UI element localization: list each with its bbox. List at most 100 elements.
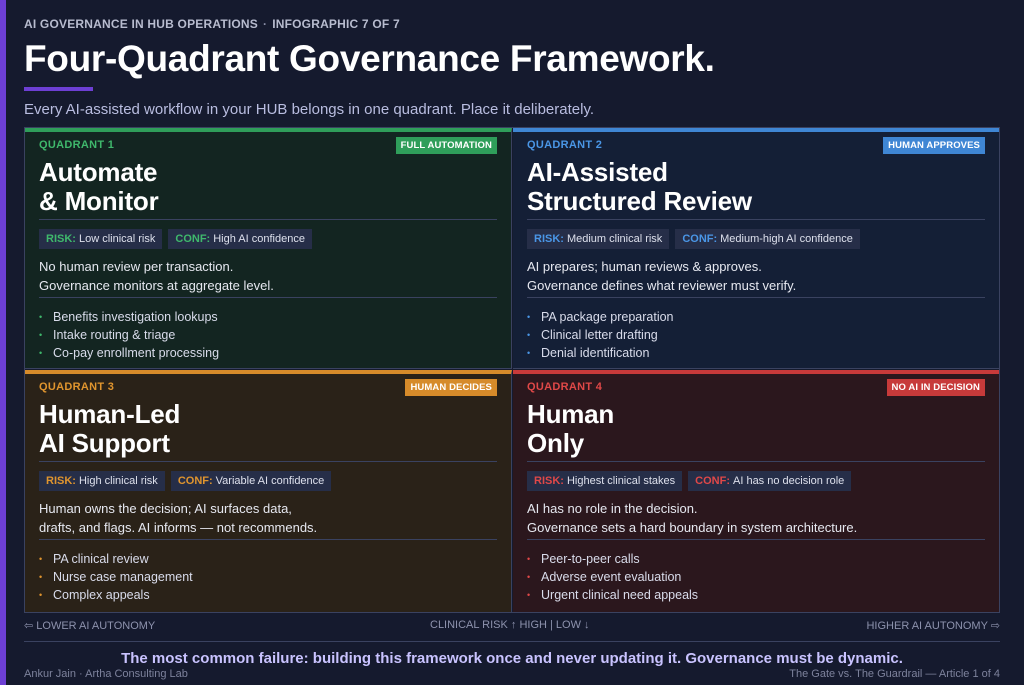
risk-value: Highest clinical stakes	[566, 475, 676, 487]
list-item: • Benefits investigation lookups	[39, 308, 219, 326]
list-item-text: Adverse event evaluation	[541, 570, 682, 584]
description-line: Governance sets a hard boundary in syste…	[527, 520, 858, 535]
quadrant-title-line: & Monitor	[39, 186, 159, 216]
quadrant-badge: HUMAN DECIDES	[405, 379, 497, 396]
quadrant-title-line: Structured Review	[527, 186, 752, 216]
risk-tag: RISK: Highest clinical stakes	[527, 471, 683, 491]
divider	[39, 539, 497, 540]
conf-value: AI has no decision role	[733, 475, 845, 487]
bullet-icon: •	[39, 348, 43, 358]
bullet-icon: •	[527, 554, 531, 564]
risk-value: Medium clinical risk	[566, 233, 663, 245]
list-item-text: Benefits investigation lookups	[53, 310, 218, 324]
page-subtitle: Every AI-assisted workflow in your HUB b…	[24, 101, 595, 118]
risk-tag: RISK: Medium clinical risk	[527, 229, 670, 249]
confidence-tag: CONF: AI has no decision role	[688, 471, 852, 491]
list-item-text: Complex appeals	[53, 588, 150, 602]
axis-label-lower-autonomy: ⇦ LOWER AI AUTONOMY	[24, 620, 156, 632]
quadrant-title: AI-Assisted Structured Review	[527, 158, 752, 216]
list-item: • Nurse case management	[39, 568, 193, 586]
list-item: • PA clinical review	[39, 550, 193, 568]
quadrant-title-line: Human	[527, 399, 615, 429]
list-item-text: Urgent clinical need appeals	[541, 588, 699, 602]
divider	[39, 461, 497, 462]
quadrant-description: AI has no role in the decision. Governan…	[527, 499, 857, 537]
conf-value: High AI confidence	[213, 233, 305, 245]
workflow-list: • PA package preparation • Clinical letter…	[527, 308, 674, 362]
risk-tag: RISK: High clinical risk	[39, 471, 165, 491]
description-line: AI has no role in the decision.	[527, 501, 698, 516]
bullet-icon: •	[527, 590, 531, 600]
quadrant-2: QUADRANT 2 HUMAN APPROVES AI-Assisted St…	[513, 128, 999, 369]
quadrant-label: QUADRANT 4	[527, 381, 603, 393]
quadrant-description: AI prepares; human reviews & approves. G…	[527, 257, 796, 295]
quadrant-title-line: AI Support	[39, 428, 170, 458]
list-item-text: Peer-to-peer calls	[541, 552, 640, 566]
quadrant-title-line: AI-Assisted	[527, 157, 668, 187]
conf-key: CONF:	[695, 475, 730, 487]
risk-tag: RISK: Low clinical risk	[39, 229, 163, 249]
quadrant-tags: RISK: Highest clinical stakes CONF: AI has…	[527, 471, 852, 491]
divider	[527, 539, 985, 540]
title-underline	[24, 87, 93, 91]
description-line: No human review per transaction.	[39, 259, 234, 274]
bullet-icon: •	[527, 312, 531, 322]
risk-key: RISK:	[46, 475, 76, 487]
list-item: • Intake routing & triage	[39, 326, 219, 344]
quadrant-label: QUADRANT 2	[527, 139, 603, 151]
quadrant-title: Human-Led AI Support	[39, 400, 180, 458]
quadrant-title: Human Only	[527, 400, 614, 458]
risk-value: High clinical risk	[78, 475, 158, 487]
divider	[527, 219, 985, 220]
quadrant-badge: HUMAN APPROVES	[883, 137, 985, 154]
callout-message: The most common failure: building this f…	[121, 650, 903, 667]
list-item: • Peer-to-peer calls	[527, 550, 698, 568]
bullet-icon: •	[39, 572, 43, 582]
risk-key: RISK:	[46, 233, 76, 245]
list-item: • Adverse event evaluation	[527, 568, 698, 586]
axis-label-higher-autonomy: HIGHER AI AUTONOMY ⇨	[866, 620, 1000, 632]
list-item-text: Nurse case management	[53, 570, 193, 584]
list-item-text: Clinical letter drafting	[541, 328, 658, 342]
axis-label-clinical-risk: CLINICAL RISK ↑ HIGH | LOW ↓	[430, 619, 590, 631]
list-item: • Complex appeals	[39, 586, 193, 604]
quadrant-badge: NO AI IN DECISION	[886, 379, 985, 396]
risk-key: RISK:	[534, 233, 564, 245]
bullet-icon: •	[39, 312, 43, 322]
list-item-text: PA package preparation	[541, 310, 674, 324]
list-item: • Denial identification	[527, 344, 674, 362]
quadrant-title-line: Only	[527, 428, 584, 458]
kicker: AI GOVERNANCE IN HUB OPERATIONS · INFOGRAP…	[24, 17, 400, 31]
accent-bar	[0, 0, 6, 685]
bullet-icon: •	[527, 572, 531, 582]
quadrant-grid: QUADRANT 1 FULL AUTOMATION Automate & Mo…	[24, 127, 1000, 613]
description-line: Human owns the decision; AI surfaces dat…	[39, 501, 292, 516]
conf-key: CONF:	[175, 233, 211, 245]
confidence-tag: CONF: Medium-high AI confidence	[675, 229, 860, 249]
divider	[39, 297, 497, 298]
footer-series: The Gate vs. The Guardrail — Article 1 o…	[789, 668, 1000, 680]
quadrant-badge: FULL AUTOMATION	[395, 137, 497, 154]
workflow-list: • Benefits investigation lookups • Intake …	[39, 308, 219, 362]
bullet-icon: •	[39, 330, 43, 340]
bullet-icon: •	[527, 348, 531, 358]
quadrant-tags: RISK: High clinical risk CONF: Variable AI…	[39, 471, 332, 491]
quadrant-label: QUADRANT 1	[39, 139, 115, 151]
bullet-icon: •	[39, 554, 43, 564]
quadrant-description: No human review per transaction. Governa…	[39, 257, 274, 295]
quadrant-1: QUADRANT 1 FULL AUTOMATION Automate & Mo…	[25, 128, 512, 369]
kicker-separator: ·	[263, 17, 268, 31]
conf-key: CONF:	[177, 475, 213, 487]
list-item: • Urgent clinical need appeals	[527, 586, 698, 604]
list-item-text: PA clinical review	[53, 552, 149, 566]
kicker-number: INFOGRAPHIC 7 OF 7	[272, 17, 400, 31]
quadrant-label: QUADRANT 3	[39, 381, 115, 393]
kicker-series: AI GOVERNANCE IN HUB OPERATIONS	[24, 17, 258, 31]
list-item-text: Co-pay enrollment processing	[53, 346, 220, 360]
conf-value: Medium-high AI confidence	[720, 233, 853, 245]
workflow-list: • Peer-to-peer calls • Adverse event evalu…	[527, 550, 698, 604]
list-item: • PA package preparation	[527, 308, 674, 326]
risk-value: Low clinical risk	[78, 233, 156, 245]
page-title: Four-Quadrant Governance Framework.	[24, 38, 715, 79]
quadrant-description: Human owns the decision; AI surfaces dat…	[39, 499, 317, 537]
